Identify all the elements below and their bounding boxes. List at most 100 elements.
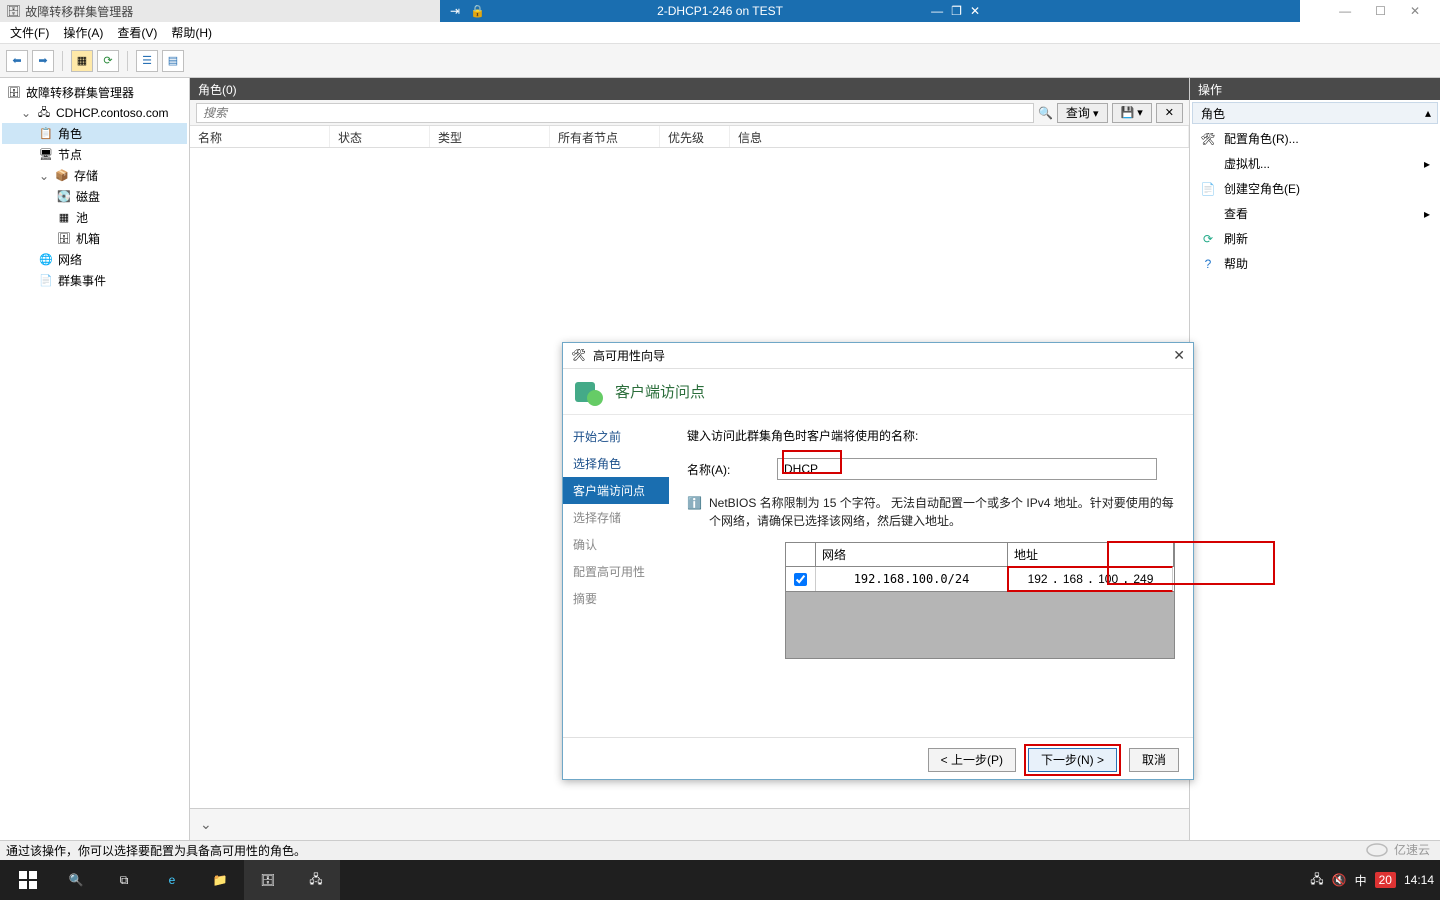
ip-octet-1[interactable]: 192 <box>1028 572 1048 586</box>
task-view-button[interactable]: ⧉ <box>100 860 148 900</box>
start-button[interactable] <box>4 860 52 900</box>
twisty-open-icon[interactable]: ⌄ <box>20 106 32 120</box>
tree-nodes[interactable]: 🖥 节点 <box>2 144 187 165</box>
tree-pane: 🗄 故障转移群集管理器 ⌄ 🖧 CDHCP.contoso.com 📋 角色 🖥… <box>0 78 190 840</box>
events-icon: 📄 <box>38 273 54 289</box>
roles-list-body: 🛠 高可用性向导 ✕ 客户端访问点 开始之前 选择角色 客户端访问点 选择存储 <box>190 148 1189 808</box>
submenu-arrow-icon: ▸ <box>1424 157 1430 171</box>
tray-badge[interactable]: 20 <box>1375 872 1396 888</box>
col-type[interactable]: 类型 <box>430 126 550 147</box>
action-label: 查看 <box>1224 205 1416 222</box>
wizard-step-1[interactable]: 选择角色 <box>563 450 669 477</box>
cluster-icon: 🗄 <box>6 4 21 18</box>
col-priority[interactable]: 优先级 <box>660 126 730 147</box>
outer-maximize-icon[interactable]: ☐ <box>1375 4 1386 18</box>
wizard-intro-text: 键入访问此群集角色时客户端将使用的名称: <box>687 427 1175 444</box>
search-icon[interactable]: 🔍 <box>1038 106 1053 120</box>
toolbar-btn-3[interactable]: ☰ <box>136 50 158 72</box>
col-status[interactable]: 状态 <box>330 126 430 147</box>
action-virtual-machine[interactable]: 虚拟机... ▸ <box>1190 151 1440 176</box>
vm-close-icon[interactable]: ✕ <box>970 4 980 18</box>
menu-help[interactable]: 帮助(H) <box>171 24 212 41</box>
action-refresh[interactable]: ⟳ 刷新 <box>1190 226 1440 251</box>
action-create-empty-role[interactable]: 📄 创建空角色(E) <box>1190 176 1440 201</box>
disks-icon: 💽 <box>56 189 72 205</box>
pin-icon[interactable]: ⇥ <box>450 4 460 18</box>
action-help[interactable]: ? 帮助 <box>1190 251 1440 276</box>
chevron-down-icon[interactable]: ⌄ <box>200 816 212 833</box>
toolbar-btn-1[interactable]: ▦ <box>71 50 93 72</box>
taskbar-explorer[interactable]: 📁 <box>196 860 244 900</box>
nav-back-button[interactable]: ⬅ <box>6 50 28 72</box>
taskbar-app2[interactable]: 🖧 <box>292 860 340 900</box>
net-row-address[interactable]: 192. 168. 100. 249 <box>1007 566 1173 592</box>
ip-octet-3[interactable]: 100 <box>1098 572 1118 586</box>
action-view[interactable]: 查看 ▸ <box>1190 201 1440 226</box>
ip-octet-2[interactable]: 168 <box>1063 572 1083 586</box>
wizard-step-3: 选择存储 <box>563 504 669 531</box>
name-input[interactable] <box>777 458 1157 480</box>
save-query-button[interactable]: 💾 ▾ <box>1112 103 1152 123</box>
taskbar-search[interactable]: 🔍 <box>52 860 100 900</box>
wizard-step-2[interactable]: 客户端访问点 <box>563 477 669 504</box>
tree-cluster[interactable]: ⌄ 🖧 CDHCP.contoso.com <box>2 103 187 123</box>
net-row-checkbox[interactable] <box>794 573 807 586</box>
tree-enclosures[interactable]: 🗄 机箱 <box>2 228 187 249</box>
vm-minimize-icon[interactable]: — <box>931 4 943 18</box>
query-button[interactable]: 查询 ▾ <box>1057 103 1108 123</box>
menu-file[interactable]: 文件(F) <box>10 24 49 41</box>
tray-volume-icon[interactable]: 🔇 <box>1332 873 1347 887</box>
col-owner[interactable]: 所有者节点 <box>550 126 660 147</box>
clear-query-button[interactable]: ✕ <box>1156 103 1183 123</box>
collapse-up-icon[interactable]: ▴ <box>1425 106 1431 120</box>
twisty-open-icon[interactable]: ⌄ <box>38 169 50 183</box>
col-name[interactable]: 名称 <box>190 126 330 147</box>
search-input[interactable] <box>196 103 1034 123</box>
info-icon: ℹ️ <box>687 494 703 510</box>
wizard-close-button[interactable]: ✕ <box>1173 347 1185 364</box>
lock-icon[interactable]: 🔒 <box>470 4 485 18</box>
view-icon <box>1200 206 1216 222</box>
wizard-step-0[interactable]: 开始之前 <box>563 423 669 450</box>
watermark-text: 亿速云 <box>1394 841 1430 858</box>
outer-minimize-icon[interactable]: — <box>1339 4 1351 18</box>
tree-networks[interactable]: 🌐 网络 <box>2 249 187 270</box>
tree-storage[interactable]: ⌄ 📦 存储 <box>2 165 187 186</box>
cancel-button[interactable]: 取消 <box>1129 748 1179 772</box>
wizard-body: 开始之前 选择角色 客户端访问点 选择存储 确认 配置高可用性 摘要 键入访问此… <box>563 415 1193 737</box>
tree-events[interactable]: 📄 群集事件 <box>2 270 187 291</box>
tree-pools[interactable]: ▦ 池 <box>2 207 187 228</box>
tree-roles[interactable]: 📋 角色 <box>2 123 187 144</box>
menu-action[interactable]: 操作(A) <box>63 24 103 41</box>
empty-role-icon: 📄 <box>1200 181 1216 197</box>
vm-maximize-icon[interactable]: ❐ <box>951 4 962 18</box>
menubar: 文件(F) 操作(A) 查看(V) 帮助(H) <box>0 22 1440 44</box>
actions-subtitle: 角色 ▴ <box>1192 102 1438 124</box>
nav-forward-button[interactable]: ➡ <box>32 50 54 72</box>
next-button[interactable]: 下一步(N) > <box>1028 748 1117 772</box>
tree-root[interactable]: 🗄 故障转移群集管理器 <box>2 82 187 103</box>
taskbar-ie[interactable]: e <box>148 860 196 900</box>
tree-nodes-label: 节点 <box>58 146 82 163</box>
col-info[interactable]: 信息 <box>730 126 1189 147</box>
toolbar-btn-4[interactable]: ▤ <box>162 50 184 72</box>
tray-time[interactable]: 14:14 <box>1404 873 1434 887</box>
annotation-red-box-next: 下一步(N) > <box>1024 744 1121 776</box>
search-bar: 🔍 查询 ▾ 💾 ▾ ✕ <box>190 100 1189 126</box>
vm-titlebar: 🗄 故障转移群集管理器 ⇥ 🔒 2-DHCP1-246 on TEST — ❐ … <box>0 0 1440 22</box>
outer-close-icon[interactable]: ✕ <box>1410 4 1420 18</box>
nodes-icon: 🖥 <box>38 147 54 163</box>
tree-storage-label: 存储 <box>74 167 98 184</box>
refresh-button[interactable]: ⟳ <box>97 50 119 72</box>
tray-network-icon[interactable]: 🖧 <box>1310 870 1323 891</box>
storage-icon: 📦 <box>54 168 70 184</box>
tray-ime[interactable]: 中 <box>1355 872 1367 889</box>
cluster-icon: 🖧 <box>36 105 52 121</box>
ip-octet-4[interactable]: 249 <box>1133 572 1153 586</box>
prev-button[interactable]: < 上一步(P) <box>928 748 1016 772</box>
taskbar-cluster-mgr[interactable]: 🗄 <box>244 860 292 900</box>
wizard-icon: 🛠 <box>571 348 587 364</box>
menu-view[interactable]: 查看(V) <box>117 24 157 41</box>
tree-disks[interactable]: 💽 磁盘 <box>2 186 187 207</box>
action-configure-role[interactable]: 🛠 配置角色(R)... <box>1190 126 1440 151</box>
